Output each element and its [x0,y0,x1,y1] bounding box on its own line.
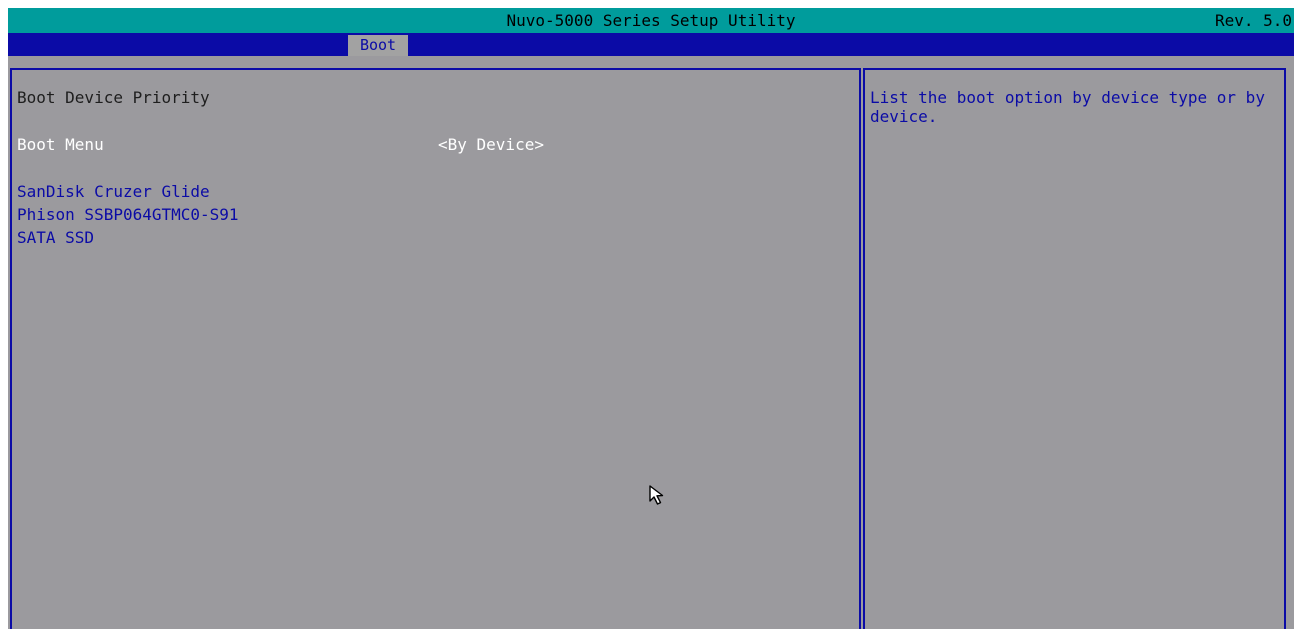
boot-device-item[interactable]: Phison SSBP064GTMC0-S91 [17,205,239,224]
boot-menu-label[interactable]: Boot Menu [17,135,104,154]
help-text: List the boot option by device type or b… [870,88,1265,126]
setup-body: Boot Device Priority Boot Menu <By Devic… [8,56,1294,629]
help-panel: List the boot option by device type or b… [863,68,1286,629]
section-title: Boot Device Priority [17,88,210,107]
boot-device-item[interactable]: SanDisk Cruzer Glide [17,182,210,201]
boot-device-item[interactable]: SATA SSD [17,228,94,247]
utility-title: Nuvo-5000 Series Setup Utility [506,11,796,30]
settings-panel: Boot Device Priority Boot Menu <By Devic… [10,68,861,629]
title-bar: Nuvo-5000 Series Setup Utility Rev. 5.0 [8,8,1294,33]
tab-bar: Boot [8,33,1294,56]
tab-boot[interactable]: Boot [348,35,408,56]
revision-label: Rev. 5.0 [1214,11,1292,30]
mouse-pointer-icon [649,485,664,505]
boot-menu-value[interactable]: <By Device> [438,135,544,154]
bios-setup-screen: Nuvo-5000 Series Setup Utility Rev. 5.0 … [0,0,1297,629]
